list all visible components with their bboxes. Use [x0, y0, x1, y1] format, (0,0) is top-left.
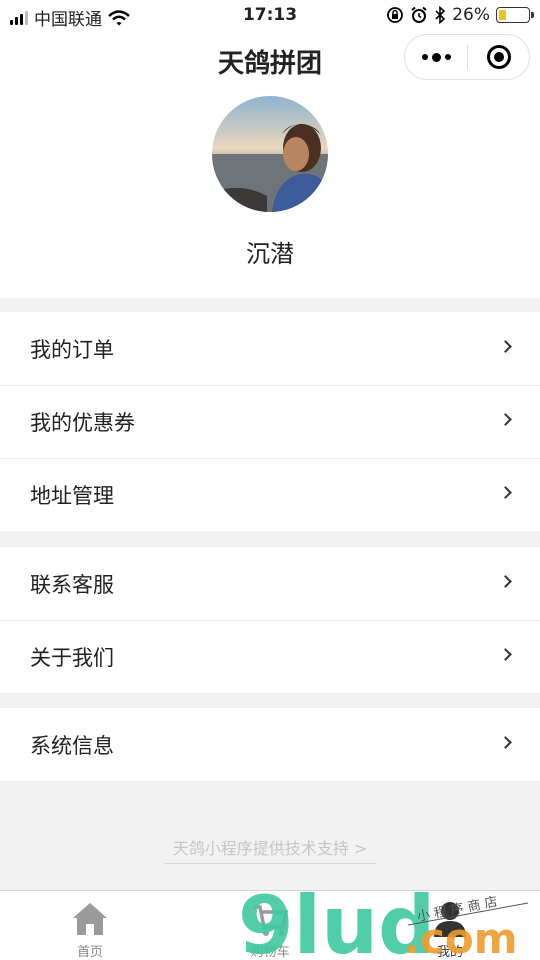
tab-bar: 首页 购物车 我的 [0, 890, 540, 960]
nav-bar: 天鸽拼团 [0, 30, 540, 88]
menu-item-label: 关于我们 [30, 645, 114, 670]
tab-mine[interactable]: 我的 [360, 891, 540, 960]
menu-item-label: 联系客服 [30, 572, 114, 597]
chevron-right-icon [499, 340, 512, 353]
tab-label: 首页 [76, 945, 103, 960]
battery-percent: 26% [452, 5, 490, 25]
menu-item-system-info[interactable]: 系统信息 [0, 708, 540, 781]
chevron-right-icon [499, 413, 512, 426]
chevron-right-icon [499, 486, 512, 499]
avatar-image [212, 96, 328, 212]
tab-label: 购物车 [250, 945, 290, 960]
tech-support-link[interactable]: 天鸽小程序提供技术支持 > [164, 835, 376, 864]
battery-fill [499, 10, 507, 20]
more-button[interactable] [405, 35, 467, 79]
close-mini-program-button[interactable] [487, 45, 511, 69]
more-dot-icon [421, 54, 428, 60]
mini-program-capsule [404, 34, 530, 80]
avatar[interactable] [212, 96, 328, 212]
menu-group-system: 系统信息 [0, 708, 540, 781]
tab-home[interactable]: 首页 [0, 891, 180, 960]
menu-group-account: 我的订单 我的优惠券 地址管理 [0, 312, 540, 531]
home-icon [73, 903, 107, 935]
profile-header: 沉潜 [0, 88, 540, 298]
menu-item-label: 我的订单 [30, 337, 114, 362]
menu-group-support: 联系客服 关于我们 [0, 547, 540, 693]
cart-icon [254, 905, 289, 936]
menu-item-address[interactable]: 地址管理 [0, 458, 540, 531]
menu-item-orders[interactable]: 我的订单 [0, 312, 540, 385]
user-icon [434, 902, 466, 937]
alarm-icon [411, 6, 427, 23]
menu-item-coupons[interactable]: 我的优惠券 [0, 385, 540, 458]
menu-item-label: 我的优惠券 [30, 410, 135, 435]
menu-item-about-us[interactable]: 关于我们 [0, 620, 540, 693]
menu-item-customer-service[interactable]: 联系客服 [0, 547, 540, 620]
battery-icon [496, 7, 534, 23]
menu-item-label: 系统信息 [30, 733, 114, 758]
user-nickname: 沉潜 [246, 240, 294, 268]
tab-cart[interactable]: 购物车 [180, 891, 360, 960]
tab-label: 我的 [436, 945, 463, 960]
menu-item-label: 地址管理 [30, 483, 114, 508]
status-bar: 中国联通 17:13 26% [0, 0, 540, 30]
more-dot-icon [444, 54, 451, 60]
chevron-right-icon [499, 648, 512, 661]
chevron-right-icon [499, 736, 512, 749]
bluetooth-icon [435, 6, 446, 24]
status-right: 26% [386, 5, 534, 25]
chevron-right-icon [499, 575, 512, 588]
more-dot-icon [431, 52, 441, 62]
rotation-lock-icon [387, 7, 404, 23]
capsule-divider [467, 45, 468, 69]
